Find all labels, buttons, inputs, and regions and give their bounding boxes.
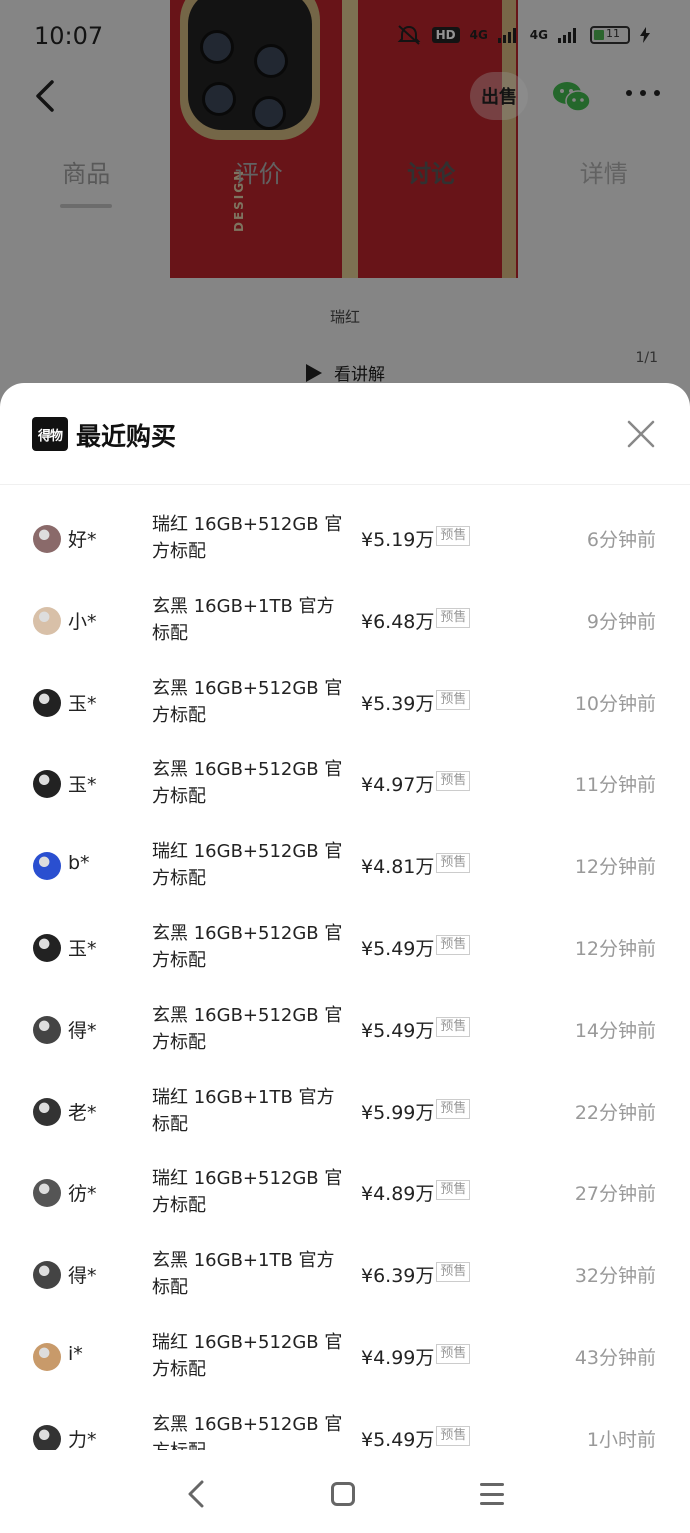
purchase-username: 彷* bbox=[68, 1183, 97, 1206]
brand-logo: 得物 bbox=[32, 417, 68, 451]
purchase-variant: 玄黑 16GB+512GB 官方标配 bbox=[152, 677, 343, 726]
avatar bbox=[33, 852, 61, 881]
purchase-price: ¥6.48万 bbox=[361, 610, 435, 633]
purchase-username: 得* bbox=[68, 1265, 97, 1288]
purchase-variant: 玄黑 16GB+512GB 官方标配 bbox=[152, 923, 343, 971]
purchase-username: i* bbox=[68, 1343, 83, 1365]
avatar bbox=[33, 934, 61, 962]
purchase-username: 好* bbox=[68, 529, 97, 551]
purchase-username: 力* bbox=[68, 1428, 97, 1451]
purchase-price: ¥5.49万 bbox=[361, 938, 435, 960]
purchase-variant: 瑞红 16GB+1TB 官方标配 bbox=[152, 1086, 335, 1135]
purchase-row: b* 瑞红 16GB+512GB 官方标配 ¥4.81万 预售 12分钟前 bbox=[0, 824, 690, 906]
purchase-username: 老* bbox=[68, 1101, 97, 1124]
presale-badge: 预售 bbox=[436, 853, 471, 874]
purchase-variant: 玄黑 16GB+512GB 官方标配 bbox=[152, 1004, 343, 1053]
purchase-username: 玉* bbox=[68, 692, 97, 715]
nav-menu-icon[interactable] bbox=[480, 1483, 504, 1505]
purchase-time: 11分钟前 bbox=[574, 774, 656, 797]
purchase-variant: 玄黑 16GB+512GB 官方标配 bbox=[152, 759, 343, 808]
purchase-row: 小* 玄黑 16GB+1TB 官方标配 ¥6.48万 预售 9分钟前 bbox=[0, 579, 690, 661]
sheet-header: 得物 最近购买 bbox=[0, 383, 690, 485]
sheet-title: 最近购买 bbox=[76, 422, 177, 451]
purchase-row: 得* 玄黑 16GB+512GB 官方标配 ¥5.49万 预售 14分钟前 bbox=[0, 988, 690, 1070]
purchase-price: ¥5.19万 bbox=[361, 529, 435, 551]
presale-badge: 预售 bbox=[436, 1344, 471, 1364]
purchase-username: 玉* bbox=[68, 938, 97, 960]
purchase-variant: 瑞红 16GB+512GB 官方标配 bbox=[152, 514, 343, 562]
close-icon[interactable] bbox=[626, 419, 656, 449]
avatar bbox=[33, 1179, 61, 1208]
presale-badge: 预售 bbox=[436, 1016, 471, 1037]
purchase-row: 玉* 玄黑 16GB+512GB 官方标配 ¥5.39万 预售 10分钟前 bbox=[0, 661, 690, 743]
purchase-username: 得* bbox=[68, 1019, 97, 1042]
purchase-price: ¥5.39万 bbox=[361, 692, 435, 715]
purchase-row: 好* 瑞红 16GB+512GB 官方标配 ¥5.19万 预售 6分钟前 bbox=[0, 497, 690, 579]
purchase-username: 玉* bbox=[68, 774, 97, 797]
purchase-username: 小* bbox=[68, 610, 97, 633]
purchase-row: 老* 瑞红 16GB+1TB 官方标配 ¥5.99万 预售 22分钟前 bbox=[0, 1070, 690, 1152]
purchase-price: ¥4.81万 bbox=[361, 856, 435, 879]
presale-badge: 预售 bbox=[436, 771, 471, 792]
purchase-list[interactable]: 好* 瑞红 16GB+512GB 官方标配 ¥5.19万 预售 6分钟前 小* 玄黑 16G… bbox=[0, 497, 690, 1451]
purchase-price: ¥4.89万 bbox=[361, 1183, 435, 1206]
presale-badge: 预售 bbox=[436, 607, 471, 628]
purchase-row: i* 瑞红 16GB+512GB 官方标配 ¥4.99万 预售 43分钟前 bbox=[0, 1315, 690, 1397]
purchase-variant: 玄黑 16GB+1TB 官方标配 bbox=[152, 1250, 335, 1299]
nav-home-icon[interactable] bbox=[331, 1482, 355, 1506]
purchase-time: 32分钟前 bbox=[574, 1265, 656, 1288]
purchase-row: 玉* 玄黑 16GB+512GB 官方标配 ¥5.49万 预售 12分钟前 bbox=[0, 906, 690, 988]
purchase-row: 玉* 玄黑 16GB+512GB 官方标配 ¥4.97万 预售 11分钟前 bbox=[0, 742, 690, 824]
presale-badge: 预售 bbox=[436, 1425, 471, 1446]
presale-badge: 预售 bbox=[436, 689, 471, 710]
presale-badge: 预售 bbox=[436, 1262, 471, 1283]
purchase-price: ¥6.39万 bbox=[361, 1265, 435, 1288]
purchase-time: 12分钟前 bbox=[574, 938, 656, 960]
avatar bbox=[33, 1424, 61, 1451]
purchase-variant: 玄黑 16GB+512GB 官方标配 bbox=[152, 1413, 343, 1451]
presale-badge: 预售 bbox=[436, 1180, 471, 1201]
purchase-time: 12分钟前 bbox=[574, 856, 656, 879]
purchase-row: 彷* 瑞红 16GB+512GB 官方标配 ¥4.89万 预售 27分钟前 bbox=[0, 1151, 690, 1233]
purchase-time: 9分钟前 bbox=[586, 610, 656, 633]
nav-back-icon[interactable] bbox=[184, 1480, 208, 1508]
purchase-time: 27分钟前 bbox=[574, 1183, 656, 1206]
purchase-time: 43分钟前 bbox=[574, 1347, 656, 1369]
purchase-price: ¥4.99万 bbox=[361, 1347, 435, 1369]
purchase-price: ¥5.49万 bbox=[361, 1019, 435, 1042]
purchase-time: 6分钟前 bbox=[586, 529, 656, 551]
purchase-time: 10分钟前 bbox=[574, 692, 656, 715]
purchase-username: b* bbox=[68, 852, 90, 875]
purchase-variant: 玄黑 16GB+1TB 官方标配 bbox=[152, 595, 335, 644]
avatar bbox=[33, 688, 61, 717]
purchase-price: ¥5.99万 bbox=[361, 1101, 435, 1124]
purchase-time: 14分钟前 bbox=[574, 1019, 656, 1042]
avatar bbox=[33, 770, 61, 799]
presale-badge: 预售 bbox=[436, 935, 471, 955]
purchase-row: 得* 玄黑 16GB+1TB 官方标配 ¥6.39万 预售 32分钟前 bbox=[0, 1233, 690, 1315]
avatar bbox=[33, 1097, 61, 1126]
recent-purchases-sheet: 得物 最近购买 好* 瑞红 16GB+512GB 官方标配 ¥5.19万 预售 6分钟前… bbox=[0, 383, 690, 1533]
avatar bbox=[33, 1343, 61, 1371]
purchase-variant: 瑞红 16GB+512GB 官方标配 bbox=[152, 1332, 343, 1380]
avatar bbox=[33, 525, 61, 553]
purchase-variant: 瑞红 16GB+512GB 官方标配 bbox=[152, 1168, 343, 1217]
avatar bbox=[33, 1015, 61, 1044]
avatar bbox=[33, 606, 61, 635]
system-nav-bar bbox=[0, 1450, 690, 1533]
presale-badge: 预售 bbox=[436, 526, 471, 546]
purchase-price: ¥5.49万 bbox=[361, 1428, 435, 1451]
presale-badge: 预售 bbox=[436, 1098, 471, 1119]
purchase-price: ¥4.97万 bbox=[361, 774, 435, 797]
purchase-time: 22分钟前 bbox=[574, 1101, 656, 1124]
purchase-time: 1小时前 bbox=[586, 1428, 656, 1451]
avatar bbox=[33, 1261, 61, 1290]
purchase-row: 力* 玄黑 16GB+512GB 官方标配 ¥5.49万预售 1小时前 bbox=[0, 1397, 690, 1451]
purchase-variant: 瑞红 16GB+512GB 官方标配 bbox=[152, 841, 343, 890]
